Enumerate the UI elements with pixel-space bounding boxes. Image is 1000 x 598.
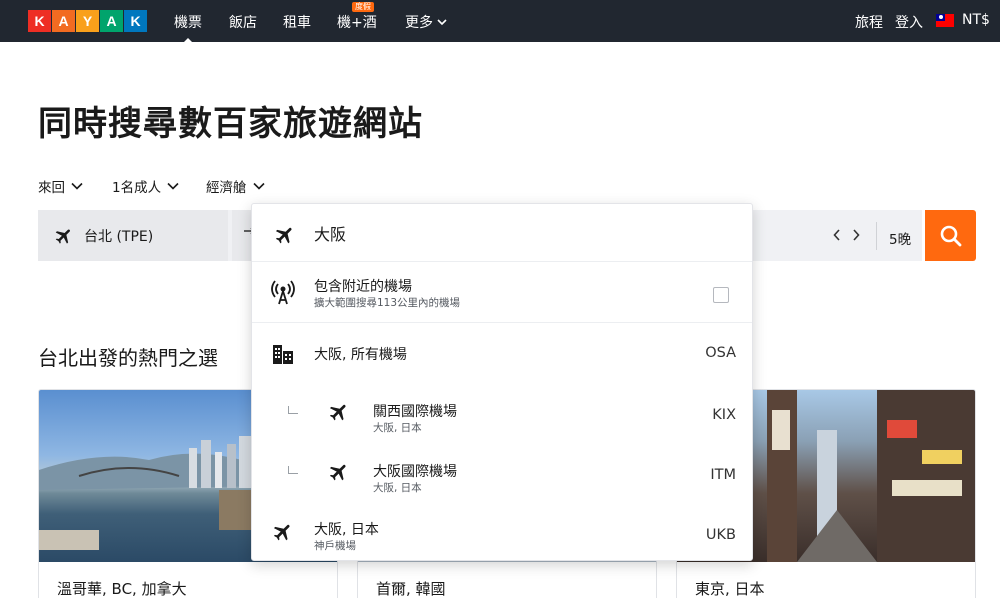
nearby-option-subtitle: 擴大範圍搜尋113公里內的機場 bbox=[314, 297, 461, 309]
kayak-logo[interactable]: K A Y A K bbox=[28, 10, 148, 32]
result-name: 大阪, 所有機場 bbox=[314, 347, 407, 363]
nearby-option-title: 包含附近的機場 bbox=[314, 279, 412, 295]
nav-item-cars[interactable]: 租車 bbox=[283, 12, 311, 32]
vacation-badge: 度假 bbox=[352, 2, 374, 12]
trip-type-label: 來回 bbox=[38, 180, 65, 196]
chevron-down-icon bbox=[167, 182, 179, 190]
airport-code: OSA bbox=[705, 345, 736, 361]
result-name: 大阪國際機場 bbox=[373, 464, 457, 480]
nav-item-more-label: 更多 bbox=[405, 15, 433, 31]
nested-indicator bbox=[288, 406, 298, 414]
chevron-right-icon bbox=[853, 229, 860, 241]
travelers-select[interactable]: 1名成人 bbox=[112, 176, 179, 196]
destination-name: 東京, 日本 bbox=[695, 580, 765, 598]
nested-indicator bbox=[288, 466, 298, 474]
travelers-label: 1名成人 bbox=[112, 180, 162, 196]
top-navigation-bar: K A Y A K 機票 飯店 租車 度假 機+酒 更多 旅程 登入 NT$ bbox=[0, 0, 1000, 44]
destination-name: 溫哥華, BC, 加拿大 bbox=[57, 580, 187, 598]
plane-icon bbox=[55, 228, 70, 244]
nights-count: 5晚 bbox=[889, 232, 912, 248]
destination-autocomplete-dropdown: 包含附近的機場 擴大範圍搜尋113公里內的機場 大阪, 所有機場 OSA 關西國… bbox=[251, 203, 753, 561]
include-nearby-airports-option[interactable]: 包含附近的機場 擴大範圍搜尋113公里內的機場 bbox=[252, 262, 752, 322]
nav-item-more[interactable]: 更多 bbox=[405, 12, 447, 32]
section-title: 台北出發的熱門之選 bbox=[38, 346, 218, 370]
include-nearby-checkbox[interactable] bbox=[713, 287, 729, 303]
origin-value: 台北 (TPE) bbox=[84, 228, 154, 245]
result-location: 大阪, 日本 bbox=[373, 482, 422, 494]
result-name: 大阪, 日本 bbox=[314, 522, 379, 538]
result-item[interactable]: 關西國際機場 大阪, 日本 KIX bbox=[252, 383, 752, 443]
login-link[interactable]: 登入 bbox=[895, 12, 923, 32]
result-location: 大阪, 日本 bbox=[373, 422, 422, 434]
prev-date-button[interactable] bbox=[833, 226, 841, 245]
origin-field[interactable]: 台北 (TPE) bbox=[38, 210, 228, 261]
result-location: 神戶機場 bbox=[314, 540, 356, 552]
plane-icon bbox=[329, 404, 346, 421]
chevron-down-icon bbox=[437, 19, 447, 26]
result-item[interactable]: 大阪, 所有機場 OSA bbox=[252, 323, 752, 383]
search-icon bbox=[940, 225, 961, 246]
divider bbox=[876, 222, 877, 250]
currency-selector[interactable]: NT$ bbox=[962, 12, 990, 28]
nav-item-packages[interactable]: 機+酒 bbox=[337, 12, 377, 32]
logo-letter: A bbox=[100, 10, 123, 32]
nav-item-flights[interactable]: 機票 bbox=[174, 12, 202, 44]
chevron-down-icon bbox=[252, 182, 265, 190]
search-button[interactable] bbox=[925, 210, 976, 261]
radio-tower-icon bbox=[271, 280, 295, 305]
airport-code: KIX bbox=[712, 407, 736, 423]
page-title: 同時搜尋數百家旅遊網站 bbox=[38, 104, 423, 144]
city-buildings-icon bbox=[273, 345, 293, 364]
logo-letter: A bbox=[52, 10, 75, 32]
trip-type-select[interactable]: 來回 bbox=[38, 176, 83, 196]
nav-item-hotels[interactable]: 飯店 bbox=[229, 12, 257, 32]
logo-letter: K bbox=[124, 10, 147, 32]
plane-icon bbox=[329, 464, 346, 481]
destination-input[interactable] bbox=[314, 221, 714, 245]
destination-name: 首爾, 韓國 bbox=[376, 580, 446, 598]
logo-letter: Y bbox=[76, 10, 99, 32]
logo-letter: K bbox=[28, 10, 51, 32]
next-date-button[interactable] bbox=[852, 226, 860, 245]
chevron-left-icon bbox=[833, 229, 840, 241]
chevron-down-icon bbox=[71, 182, 83, 190]
plane-icon bbox=[273, 524, 290, 541]
trips-link[interactable]: 旅程 bbox=[855, 12, 883, 32]
destination-input-row bbox=[252, 204, 752, 262]
airport-code: ITM bbox=[710, 467, 736, 483]
cabin-class-select[interactable]: 經濟艙 bbox=[206, 176, 265, 196]
plane-icon bbox=[275, 227, 292, 244]
result-item[interactable]: 大阪國際機場 大阪, 日本 ITM bbox=[252, 443, 752, 503]
taiwan-flag-icon[interactable] bbox=[936, 14, 954, 27]
result-item[interactable]: 大阪, 日本 神戶機場 UKB bbox=[252, 503, 752, 561]
cabin-class-label: 經濟艙 bbox=[206, 180, 247, 196]
airport-code: UKB bbox=[705, 527, 736, 543]
result-name: 關西國際機場 bbox=[373, 404, 457, 420]
